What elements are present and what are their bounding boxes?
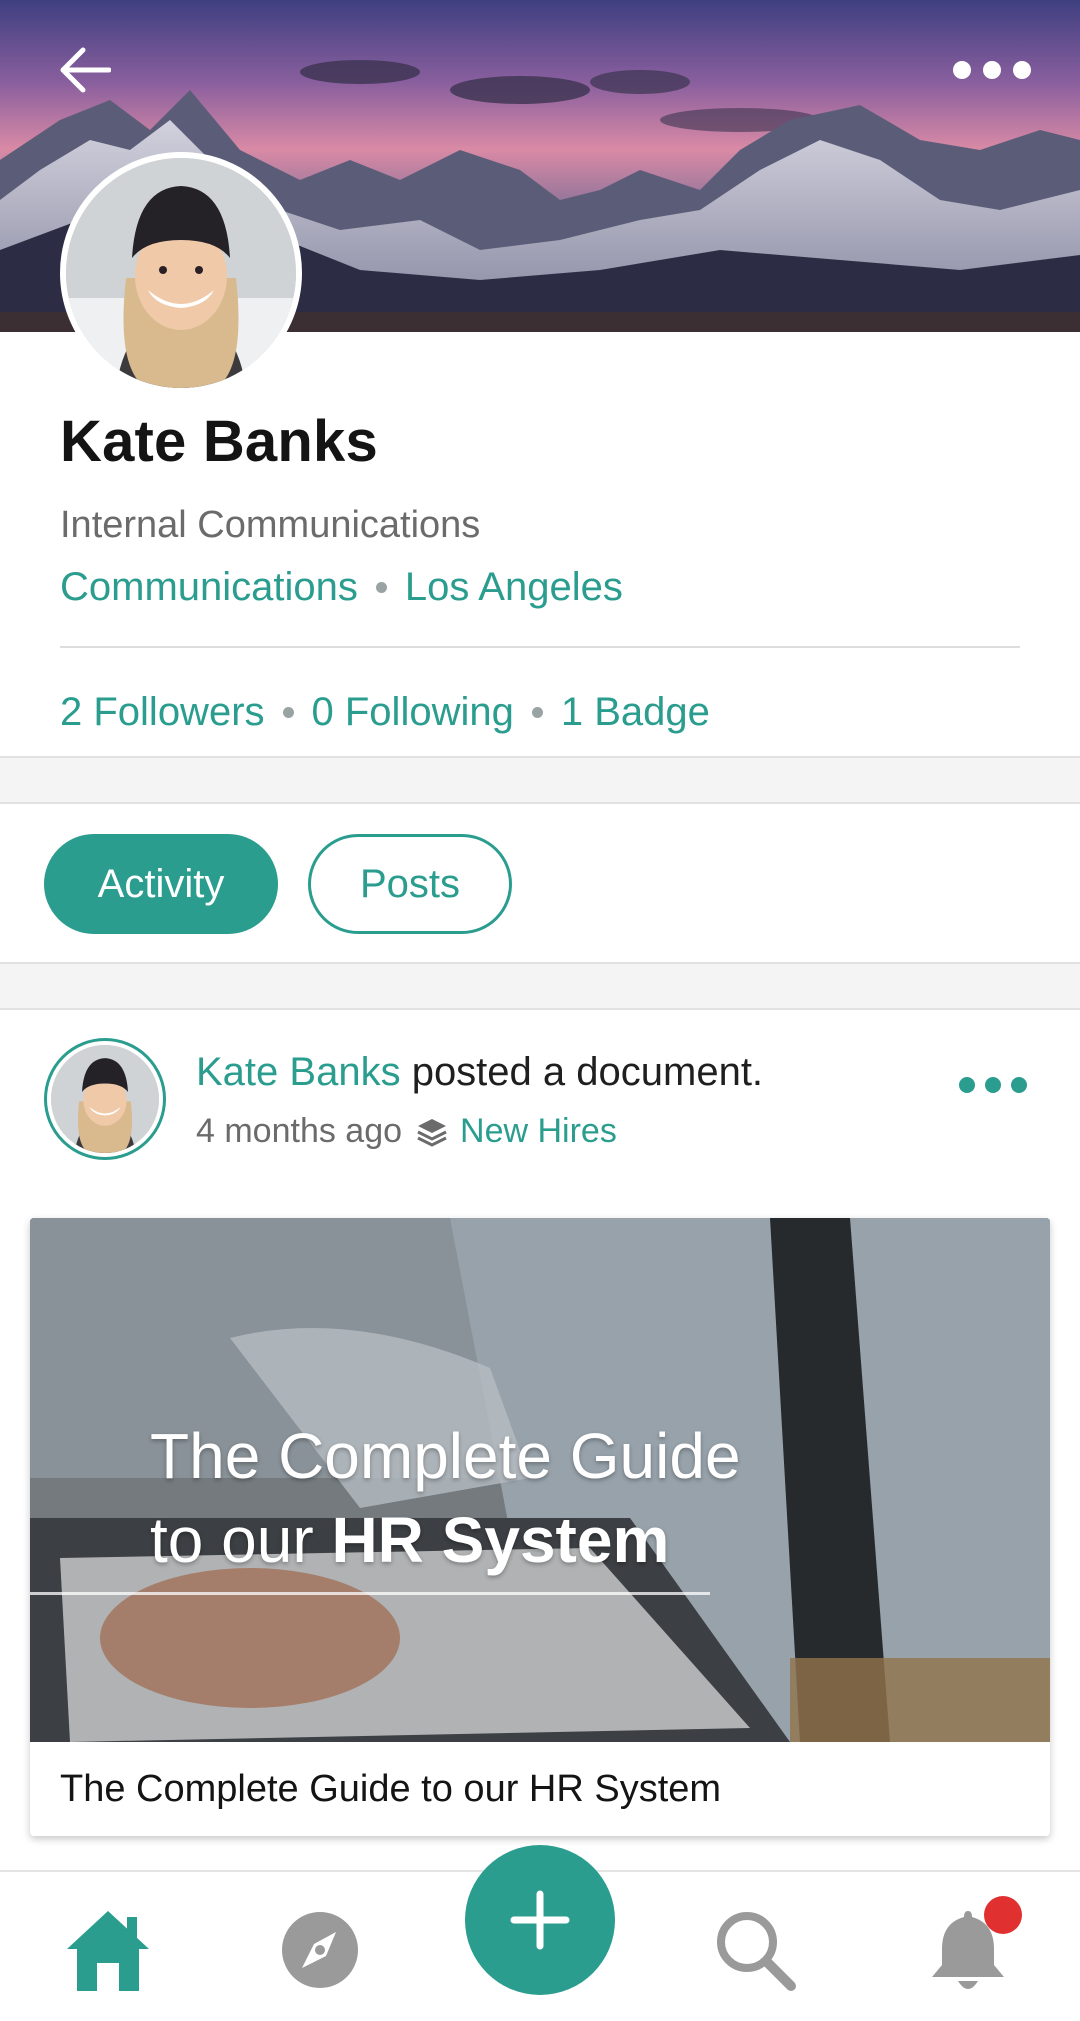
thumbnail-title-line1: The Complete Guide — [150, 1420, 741, 1492]
post-action-text: posted a document. — [400, 1050, 764, 1094]
avatar-photo — [66, 158, 296, 388]
post-meta: 4 months ago New Hires — [196, 1112, 617, 1151]
profile-title: Internal Communications — [60, 504, 481, 546]
notification-badge — [984, 1896, 1022, 1934]
arrow-left-icon — [60, 47, 111, 93]
post-group-link[interactable]: New Hires — [460, 1112, 617, 1151]
plus-icon — [510, 1890, 570, 1950]
thumbnail-rule — [30, 1592, 710, 1595]
separator-dot — [531, 707, 543, 718]
tab-posts[interactable]: Posts — [308, 834, 512, 934]
badges-link[interactable]: 1 Badge — [561, 690, 710, 735]
separator-dot — [375, 582, 387, 593]
document-card[interactable]: The Complete Guide to our HR System The … — [30, 1218, 1050, 1836]
more-options-button[interactable] — [944, 34, 1040, 106]
profile-avatar[interactable] — [60, 152, 302, 394]
profile-name: Kate Banks — [60, 409, 378, 474]
nav-home[interactable] — [48, 1900, 168, 2000]
nav-search[interactable] — [695, 1900, 815, 2000]
layers-icon — [416, 1117, 448, 1147]
document-thumbnail: The Complete Guide to our HR System — [30, 1218, 1050, 1742]
more-horizontal-icon — [953, 61, 1031, 79]
post-more-options-button[interactable] — [948, 1060, 1038, 1110]
thumbnail-title: The Complete Guide to our HR System — [150, 1414, 741, 1582]
post-time: 4 months ago — [196, 1112, 403, 1150]
followers-link[interactable]: 2 Followers — [60, 690, 265, 735]
section-separator — [0, 756, 1080, 804]
compass-icon — [282, 1912, 358, 1988]
more-horizontal-icon — [959, 1077, 1027, 1093]
nav-explore[interactable] — [260, 1900, 380, 2000]
post-author-avatar[interactable] — [44, 1038, 166, 1160]
profile-tabs: Activity Posts — [44, 834, 512, 934]
following-link[interactable]: 0 Following — [312, 690, 514, 735]
avatar-photo — [51, 1045, 159, 1153]
location-link[interactable]: Los Angeles — [405, 565, 623, 610]
home-icon — [67, 1911, 149, 1991]
separator-dot — [282, 707, 294, 718]
post-headline: Kate Banks posted a document. — [196, 1050, 763, 1095]
section-separator — [0, 962, 1080, 1010]
document-title: The Complete Guide to our HR System — [60, 1768, 722, 1810]
profile-meta: Communications Los Angeles — [60, 565, 623, 610]
department-link[interactable]: Communications — [60, 565, 358, 610]
back-button[interactable] — [36, 34, 132, 106]
create-post-button[interactable] — [465, 1845, 615, 1995]
tab-activity[interactable]: Activity — [44, 834, 278, 934]
thumbnail-title-line2: to our HR System — [150, 1504, 670, 1576]
divider — [60, 646, 1020, 648]
post-author-link[interactable]: Kate Banks — [196, 1050, 401, 1094]
profile-stats: 2 Followers 0 Following 1 Badge — [60, 690, 710, 735]
search-icon — [717, 1912, 796, 1991]
